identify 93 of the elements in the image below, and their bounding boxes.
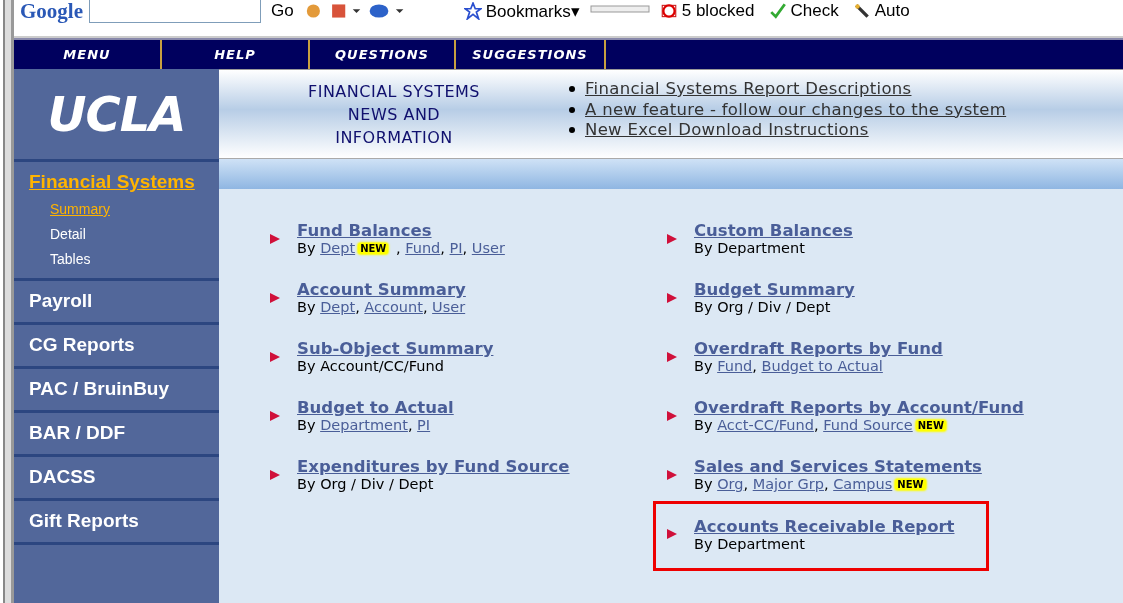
arrow-icon bbox=[269, 232, 281, 245]
toolbar-button[interactable]: Check bbox=[764, 1, 843, 21]
arrow-icon bbox=[666, 409, 678, 422]
new-badge: NEW bbox=[895, 478, 926, 490]
report-option-link[interactable]: Dept bbox=[320, 240, 356, 256]
wand-icon bbox=[852, 2, 871, 20]
report-subtitle: , bbox=[394, 240, 402, 256]
news-link[interactable]: New Excel Download Instructions bbox=[585, 120, 869, 141]
report-subtitle: By Org / Div / Dept bbox=[694, 299, 831, 315]
toolbar-button[interactable]: 5 blocked bbox=[655, 1, 759, 21]
report-link[interactable]: Account Summary bbox=[297, 280, 466, 299]
report-subtitle: By Account/CC/Fund bbox=[297, 358, 444, 374]
report-subtitle: By bbox=[694, 476, 714, 492]
report-subtitle: , bbox=[355, 299, 361, 315]
sidebar-item[interactable]: Financial Systems bbox=[14, 162, 219, 197]
report-option-link[interactable]: Account bbox=[364, 299, 423, 315]
report-link[interactable]: Sales and Services Statements bbox=[694, 457, 982, 476]
report-subtitle: , bbox=[752, 358, 758, 374]
report-link[interactable]: Custom Balances bbox=[694, 221, 853, 240]
arrow-icon bbox=[269, 409, 281, 422]
sidebar-subitem[interactable]: Detail bbox=[14, 222, 219, 247]
new-badge: NEW bbox=[358, 242, 389, 254]
report-subtitle: By Department bbox=[694, 240, 805, 256]
report-subtitle: By Department bbox=[694, 535, 805, 552]
toolbar-button[interactable]: Bookmarks▾ bbox=[459, 0, 584, 22]
report-option-link[interactable]: Fund bbox=[405, 240, 441, 256]
report-subtitle: By Org / Div / Dept bbox=[297, 476, 434, 492]
report-subtitle: , bbox=[813, 417, 820, 433]
report-option-link[interactable]: Department bbox=[320, 417, 408, 433]
bullet-icon bbox=[569, 127, 575, 134]
sidebar-item[interactable]: Gift Reports bbox=[14, 501, 219, 542]
report-link[interactable]: Expenditures by Fund Source bbox=[297, 457, 570, 476]
report-option-link[interactable]: Fund Source bbox=[823, 417, 913, 433]
arrow-icon bbox=[666, 291, 678, 304]
arrow-icon bbox=[666, 350, 678, 363]
report-option-link[interactable]: Budget to Actual bbox=[761, 358, 883, 374]
bullet-icon bbox=[569, 86, 575, 93]
report-link[interactable]: Accounts Receivable Report bbox=[694, 516, 955, 536]
report-link[interactable]: Overdraft Reports by Account/Fund bbox=[694, 398, 1024, 417]
report-subtitle: , bbox=[440, 240, 446, 256]
report-subtitle: , bbox=[743, 476, 750, 492]
report-link[interactable]: Sub-Object Summary bbox=[297, 339, 494, 358]
search-field[interactable] bbox=[89, 0, 261, 23]
news-link[interactable]: Financial Systems Report Descriptions bbox=[585, 79, 912, 100]
university-logo: UCLA bbox=[47, 86, 186, 142]
report-subtitle: , bbox=[823, 476, 830, 492]
search-engine-logo[interactable]: Google bbox=[20, 0, 83, 24]
report-option-link[interactable]: Acct-CC/Fund bbox=[717, 417, 814, 433]
toolbar-button[interactable]: Go bbox=[267, 1, 298, 21]
report-option-link[interactable]: Org bbox=[717, 476, 744, 492]
report-link[interactable]: Budget to Actual bbox=[297, 398, 454, 417]
report-subtitle: , bbox=[407, 417, 414, 433]
report-subtitle: By bbox=[297, 417, 317, 433]
sidebar-item[interactable]: CG Reports bbox=[14, 325, 219, 366]
report-option-link[interactable]: User bbox=[471, 240, 505, 256]
arrow-icon bbox=[666, 232, 678, 245]
sidebar-subitem[interactable]: Summary bbox=[14, 197, 219, 222]
report-link[interactable]: Budget Summary bbox=[694, 280, 855, 299]
arrow-icon bbox=[666, 468, 678, 481]
report-option-link[interactable]: Fund bbox=[717, 358, 753, 374]
report-option-link[interactable]: Major Grp bbox=[752, 476, 824, 492]
report-subtitle: By bbox=[297, 299, 317, 315]
arrow-icon bbox=[269, 350, 281, 363]
checkmark-icon bbox=[768, 2, 787, 20]
news-link[interactable]: A new feature - follow our changes to the system bbox=[585, 99, 1007, 120]
sidebar-item[interactable]: DACSS bbox=[14, 457, 219, 498]
bullet-icon bbox=[569, 106, 575, 113]
report-subtitle: By bbox=[297, 240, 317, 256]
report-subtitle: By bbox=[694, 358, 714, 374]
news-heading: NEWS AND bbox=[347, 103, 441, 126]
arrow-icon bbox=[269, 468, 281, 481]
report-option-link[interactable]: Campus bbox=[833, 476, 893, 492]
report-link[interactable]: Fund Balances bbox=[297, 221, 505, 240]
report-subtitle: By bbox=[694, 417, 714, 433]
report-option-link[interactable]: PI bbox=[449, 240, 463, 256]
report-option-link[interactable]: Dept bbox=[320, 299, 356, 315]
arrow-icon bbox=[666, 528, 678, 540]
news-heading: FINANCIAL SYSTEMS bbox=[307, 80, 481, 103]
new-badge: NEW bbox=[915, 419, 946, 431]
report-option-link[interactable]: User bbox=[432, 299, 466, 315]
report-link[interactable]: Overdraft Reports by Fund bbox=[694, 339, 943, 358]
star-icon bbox=[463, 2, 482, 20]
sidebar-item[interactable]: PAC / BruinBuy bbox=[14, 369, 219, 410]
sidebar-item[interactable]: Payroll bbox=[14, 281, 219, 322]
report-subtitle: , bbox=[462, 240, 469, 256]
toolbar-button[interactable]: Auto bbox=[848, 1, 914, 21]
sidebar-item[interactable]: BAR / DDF bbox=[14, 413, 219, 454]
arrow-icon bbox=[269, 291, 281, 304]
report-option-link[interactable]: PI bbox=[417, 417, 431, 433]
sidebar-subitem[interactable]: Tables bbox=[14, 247, 219, 272]
pagerank-bar-icon bbox=[589, 2, 650, 16]
news-heading: INFORMATION bbox=[335, 126, 453, 149]
report-subtitle: , bbox=[422, 299, 429, 315]
